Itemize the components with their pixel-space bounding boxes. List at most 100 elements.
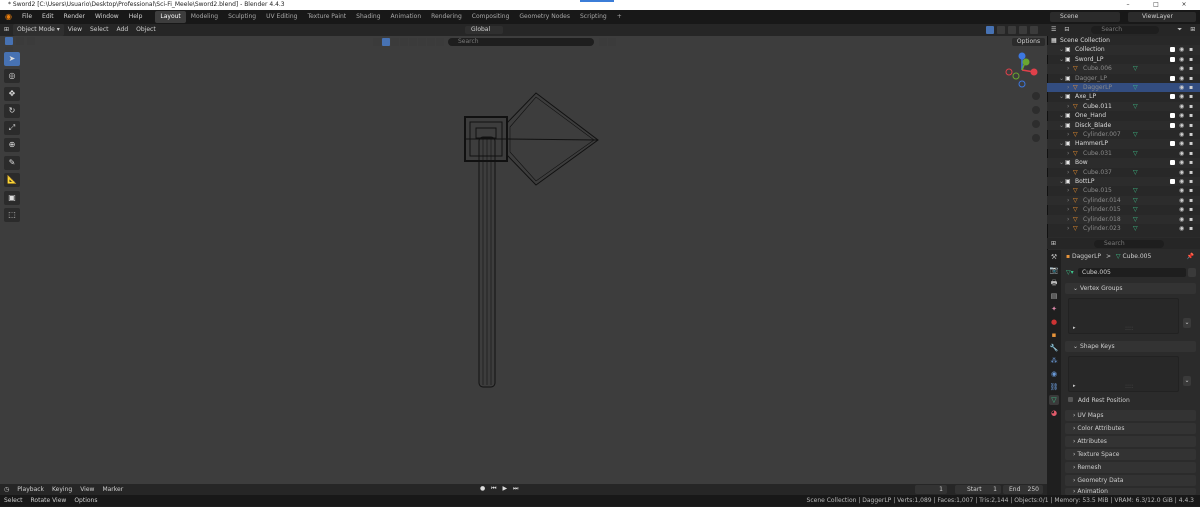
menu-window[interactable]: Window (90, 10, 124, 24)
outliner-object-row[interactable]: ▽ › DaggerLP ▽ ◉ ▪ (1047, 83, 1200, 93)
tab-uv-editing[interactable]: UV Editing (261, 11, 302, 23)
tab-modeling[interactable]: Modeling (186, 11, 223, 23)
expand-chevron-icon[interactable]: › (1067, 186, 1069, 195)
render-camera-icon[interactable]: ▪ (1189, 215, 1193, 224)
physics-tab-icon[interactable]: ◉ (1049, 369, 1059, 379)
menu-file[interactable]: File (17, 10, 37, 24)
outliner-collection-row[interactable]: ▣ ⌄ HammerLP ◉ ▪ (1047, 139, 1200, 149)
tab-shading[interactable]: Shading (351, 11, 385, 23)
render-camera-icon[interactable]: ▪ (1189, 149, 1193, 158)
visibility-eye-icon[interactable]: ◉ (1179, 168, 1184, 177)
visibility-eye-icon[interactable]: ◉ (1179, 111, 1184, 120)
zoom-icon[interactable] (1032, 92, 1040, 100)
visibility-eye-icon[interactable]: ◉ (1179, 158, 1184, 167)
render-camera-icon[interactable]: ▪ (1189, 64, 1193, 73)
render-camera-icon[interactable]: ▪ (1189, 139, 1193, 148)
data-tab-icon[interactable]: ▽ (1049, 395, 1059, 405)
vertex-groups-specials-icon[interactable]: ⌄ (1183, 318, 1191, 328)
outliner-object-row[interactable]: ▽ › Cylinder.014 ▽ ◉ ▪ (1047, 195, 1200, 206)
remesh-panel-header[interactable]: › Remesh (1065, 462, 1196, 473)
tab-texture-paint[interactable]: Texture Paint (302, 11, 351, 23)
visibility-eye-icon[interactable]: ◉ (1179, 121, 1184, 130)
properties-editor-icon[interactable]: ⊞ (1047, 238, 1060, 250)
visibility-eye-icon[interactable]: ◉ (1179, 45, 1184, 54)
visibility-eye-icon[interactable]: ◉ (1179, 92, 1184, 101)
visibility-eye-icon[interactable]: ◉ (1179, 205, 1184, 214)
expand-chevron-icon[interactable]: ⌄ (1059, 74, 1064, 83)
add-rest-position-row[interactable]: Add Rest Position (1068, 396, 1168, 405)
texture-space-panel-header[interactable]: › Texture Space (1065, 449, 1196, 460)
outliner-scene-row[interactable]: ▦ Scene Collection (1047, 36, 1200, 45)
render-camera-icon[interactable]: ▪ (1189, 186, 1193, 195)
tab-geometry-nodes[interactable]: Geometry Nodes (514, 11, 575, 23)
outliner-object-row[interactable]: ▽ › Cylinder.018 ▽ ◉ ▪ (1047, 214, 1200, 224)
x-axis-icon[interactable] (1030, 68, 1038, 76)
close-icon[interactable]: × (1174, 0, 1194, 10)
outliner-collection-row[interactable]: ▣ ⌄ One_Hand ◉ ▪ (1047, 111, 1200, 120)
outliner-collection-row[interactable]: ▣ ⌄ Sword_LP ◉ ▪ (1047, 55, 1200, 64)
overlay-icon[interactable] (382, 37, 390, 46)
exclude-checkbox[interactable] (1170, 122, 1175, 128)
expand-chevron-icon[interactable]: › (1067, 215, 1069, 224)
render-camera-icon[interactable]: ▪ (1189, 45, 1193, 54)
mode-selector[interactable]: Object Mode ▾ (13, 24, 64, 36)
render-camera-icon[interactable]: ▪ (1189, 74, 1193, 83)
datablock-type-icon[interactable]: ▽▾ (1066, 269, 1074, 276)
properties-search-input[interactable]: Search (1094, 239, 1165, 248)
scene-tab-icon[interactable]: ✦ (1049, 304, 1059, 314)
outliner-search-input[interactable]: Search (1091, 26, 1160, 34)
menu-view[interactable]: View (64, 24, 86, 36)
visibility-eye-icon[interactable]: ◉ (1179, 83, 1184, 92)
tab-rendering[interactable]: Rendering (426, 11, 467, 23)
render-camera-icon[interactable]: ▪ (1189, 121, 1193, 130)
editor-type-icon[interactable]: ⊞ (0, 24, 13, 36)
expand-chevron-icon[interactable]: › (1067, 168, 1069, 177)
expand-chevron-icon[interactable]: ⌄ (1059, 139, 1064, 148)
datablock-name-field[interactable]: Cube.005 (1078, 268, 1186, 277)
outliner-filter-icon[interactable]: ⏷ (1173, 24, 1186, 36)
axe-wireframe-object[interactable] (450, 85, 610, 395)
material-shading-icon[interactable] (1018, 26, 1027, 34)
outliner-object-row[interactable]: ▽ › Cube.015 ▽ ◉ ▪ (1047, 186, 1200, 195)
render-camera-icon[interactable]: ▪ (1189, 224, 1193, 233)
tab-animation[interactable]: Animation (386, 11, 427, 23)
render-camera-icon[interactable]: ▪ (1189, 55, 1193, 64)
expand-chevron-icon[interactable]: › (1067, 102, 1069, 111)
modifiers-tab-icon[interactable]: 🔧 (1049, 343, 1059, 353)
expand-chevron-icon[interactable]: › (1067, 224, 1069, 233)
animation-panel-header[interactable]: › Animation (1065, 488, 1196, 495)
geometry-data-panel-header[interactable]: › Geometry Data (1065, 475, 1196, 486)
fake-user-icon[interactable] (1188, 268, 1196, 277)
exclude-checkbox[interactable] (1170, 179, 1175, 184)
uv-maps-panel-header[interactable]: › UV Maps (1065, 410, 1196, 421)
new-collection-icon[interactable]: ⊞ (1186, 24, 1199, 36)
jump-start-icon[interactable]: ⏮ (491, 485, 498, 492)
expand-chevron-icon[interactable]: ⌄ (1059, 177, 1064, 186)
render-camera-icon[interactable]: ▪ (1189, 83, 1193, 92)
expand-chevron-icon[interactable]: ⌄ (1059, 92, 1064, 101)
expand-chevron-icon[interactable]: › (1067, 130, 1069, 139)
menu-edit[interactable]: Edit (37, 10, 59, 24)
rotate-tool-icon[interactable]: ↻ (4, 104, 20, 118)
menu-render[interactable]: Render (59, 10, 90, 24)
tab-sculpting[interactable]: Sculpting (223, 11, 261, 23)
rendered-shading-icon[interactable] (1029, 26, 1038, 34)
navigation-gizmo[interactable] (1000, 50, 1045, 150)
y-axis-icon[interactable] (1022, 58, 1030, 66)
render-camera-icon[interactable]: ▪ (1189, 102, 1193, 111)
other-filter-icon[interactable] (436, 37, 444, 46)
expand-chevron-icon[interactable]: › (1067, 205, 1069, 214)
render-camera-icon[interactable]: ▪ (1189, 130, 1193, 139)
scale-tool-icon[interactable]: ⤢ (4, 121, 20, 135)
visibility-eye-icon[interactable]: ◉ (1179, 64, 1184, 73)
outliner-collection-row[interactable]: ▣ ⌄ Disck_Blade ◉ ▪ (1047, 120, 1200, 130)
vertex-groups-panel-header[interactable]: ⌄ Vertex Groups (1065, 283, 1196, 294)
add-object-tool-icon[interactable]: ⬚ (4, 208, 20, 222)
expand-chevron-icon[interactable]: › (1067, 196, 1069, 205)
blender-logo-icon[interactable]: ◉ (0, 10, 17, 24)
end-frame-field[interactable]: End 250 (1003, 485, 1043, 494)
record-icon[interactable]: ● (480, 485, 487, 492)
perspective-toggle-icon[interactable] (1032, 134, 1040, 142)
select-tool-icon[interactable]: ➤ (4, 52, 20, 66)
outliner-collection-row[interactable]: ▣ ⌄ Bow ◉ ▪ (1047, 158, 1200, 168)
